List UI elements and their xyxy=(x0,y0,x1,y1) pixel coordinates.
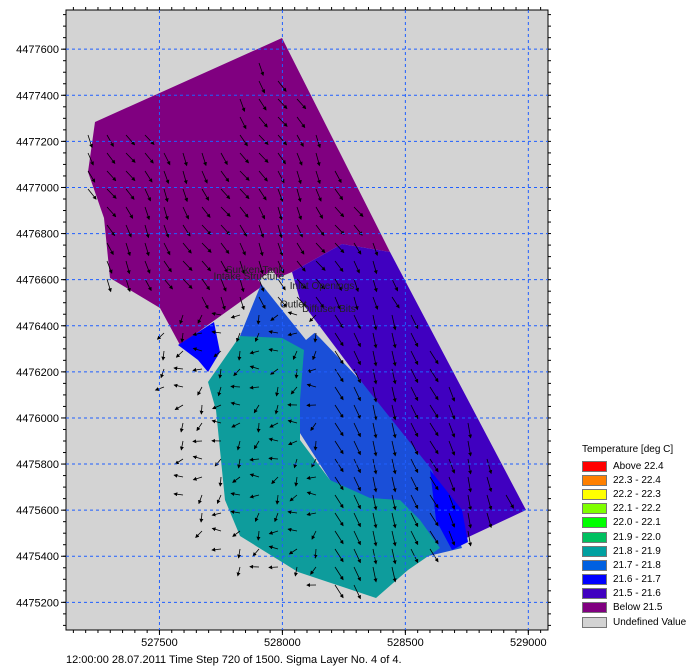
legend-swatch xyxy=(582,460,607,472)
legend-swatch xyxy=(582,588,607,600)
legend-item: 22.0 - 22.1 xyxy=(582,516,696,530)
x-tick-label: 527500 xyxy=(141,637,178,649)
y-tick-label: 4476000 xyxy=(16,413,59,425)
legend-label: 21.5 - 21.6 xyxy=(613,588,661,600)
structure-label: Diffuser Bits xyxy=(302,304,356,315)
legend-item: 22.3 - 22.4 xyxy=(582,473,696,487)
legend-item: 21.7 - 21.8 xyxy=(582,558,696,572)
y-tick-label: 4475600 xyxy=(16,505,59,517)
legend-swatch xyxy=(582,602,607,614)
y-tick-label: 4476600 xyxy=(16,275,59,287)
legend-label: 21.9 - 22.0 xyxy=(613,531,661,543)
legend-title: Temperature [deg C] xyxy=(582,444,674,455)
legend-item: 21.5 - 21.6 xyxy=(582,587,696,601)
legend: Temperature [deg C] Above 22.4 22.3 - 22.… xyxy=(582,444,696,629)
legend-swatch xyxy=(582,545,607,557)
legend-swatch xyxy=(582,574,607,586)
x-tick-label: 528500 xyxy=(387,637,424,649)
legend-label: 22.2 - 22.3 xyxy=(613,488,661,500)
y-tick-label: 4477000 xyxy=(16,182,59,194)
y-tick-label: 4475200 xyxy=(16,597,59,609)
legend-label: 22.3 - 22.4 xyxy=(613,474,661,486)
legend-item: Below 21.5 xyxy=(582,601,696,615)
legend-swatch xyxy=(582,531,607,543)
x-tick-label: 528000 xyxy=(264,637,301,649)
legend-label: Undefined Value xyxy=(613,616,687,628)
legend-swatch xyxy=(582,517,607,529)
y-tick-label: 4476400 xyxy=(16,321,59,333)
x-tick-label: 529000 xyxy=(510,637,547,649)
legend-item: Undefined Value xyxy=(582,615,696,629)
legend-swatch xyxy=(582,488,607,500)
legend-swatch xyxy=(582,616,607,628)
legend-label: 22.0 - 22.1 xyxy=(613,517,661,529)
y-tick-label: 4476200 xyxy=(16,367,59,379)
legend-label: 21.7 - 21.8 xyxy=(613,559,661,571)
y-tick-label: 4476800 xyxy=(16,229,59,241)
y-tick-label: 4477600 xyxy=(16,44,59,56)
legend-item: 21.6 - 21.7 xyxy=(582,573,696,587)
y-tick-label: 4475800 xyxy=(16,459,59,471)
legend-item: 21.9 - 22.0 xyxy=(582,530,696,544)
legend-label: 22.1 - 22.2 xyxy=(613,503,661,515)
legend-swatch xyxy=(582,503,607,515)
legend-item: 21.8 - 21.9 xyxy=(582,544,696,558)
structure-label: Inlet Openings xyxy=(290,281,355,292)
legend-item: 22.1 - 22.2 xyxy=(582,502,696,516)
y-tick-label: 4477400 xyxy=(16,90,59,102)
legend-swatch xyxy=(582,559,607,571)
structure-label: Intake Structure xyxy=(214,272,285,283)
legend-swatch xyxy=(582,474,607,486)
legend-item: 22.2 - 22.3 xyxy=(582,487,696,501)
legend-label: Above 22.4 xyxy=(613,460,664,472)
legend-label: Below 21.5 xyxy=(613,602,663,614)
y-tick-label: 4477200 xyxy=(16,136,59,148)
legend-label: 21.8 - 21.9 xyxy=(613,545,661,557)
status-bar-text: 12:00:00 28.07.2011 Time Step 720 of 150… xyxy=(66,654,402,666)
legend-item: Above 22.4 xyxy=(582,459,696,473)
y-tick-label: 4475400 xyxy=(16,551,59,563)
legend-label: 21.6 - 21.7 xyxy=(613,574,661,586)
